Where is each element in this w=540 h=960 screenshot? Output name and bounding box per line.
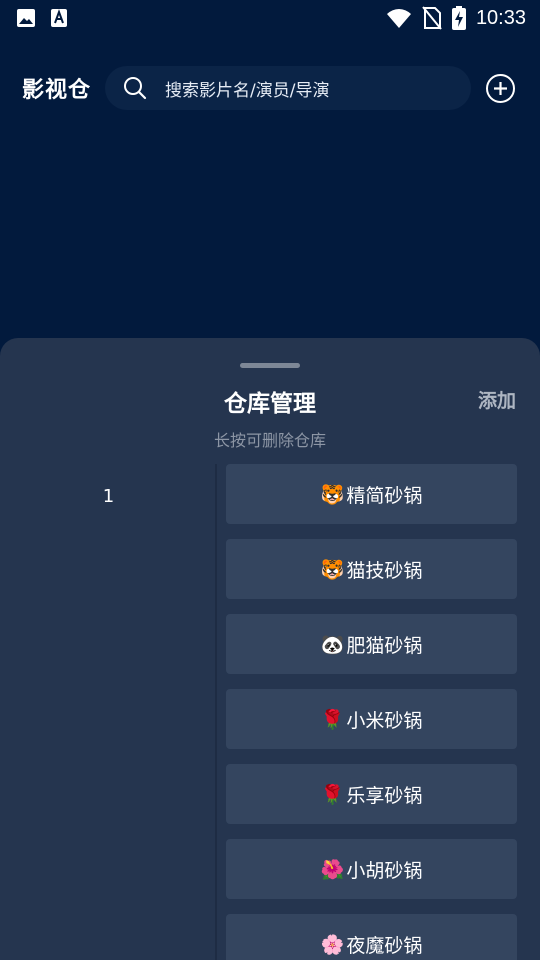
text-a-icon [50, 8, 68, 28]
plus-circle-icon [486, 74, 515, 103]
list-item[interactable]: 🐯 猫技砂锅 [226, 539, 517, 599]
sheet-drag-handle[interactable] [240, 363, 300, 368]
sheet-subtitle: 长按可删除仓库 [213, 431, 326, 450]
battery-charging-icon [451, 6, 466, 30]
group-column: 1 [0, 464, 217, 960]
list-item[interactable]: 🌺 小胡砂锅 [226, 839, 517, 899]
search-input[interactable]: 搜索影片名/演员/导演 [105, 66, 471, 110]
add-button[interactable] [485, 73, 516, 104]
search-icon [123, 76, 147, 100]
add-repository-button[interactable]: 添加 [478, 386, 516, 413]
repository-name: 精简砂锅 [346, 484, 423, 507]
list-item[interactable]: 🌹 小米砂锅 [226, 689, 517, 749]
repository-list: 🐯 精简砂锅 🐯 猫技砂锅 🐼 肥猫砂锅 🌹 小米砂锅 🌹 乐享砂锅 🌺 小胡砂… [226, 464, 517, 960]
tiger-icon: 🐯 [320, 558, 345, 581]
sheet-title: 仓库管理 [224, 391, 316, 417]
list-item[interactable]: 🌹 乐享砂锅 [226, 764, 517, 824]
repository-sheet: 仓库管理 添加 长按可删除仓库 1 🐯 精简砂锅 🐯 猫技砂锅 🐼 肥猫砂锅 🌹… [0, 338, 540, 960]
search-placeholder: 搜索影片名/演员/导演 [165, 80, 330, 101]
status-bar: 10:33 [0, 0, 540, 36]
wifi-icon [386, 7, 412, 29]
repository-name: 猫技砂锅 [346, 559, 423, 582]
list-item[interactable]: 🌸 夜魔砂锅 [226, 914, 517, 960]
image-icon [16, 8, 36, 28]
hibiscus-icon: 🌺 [320, 858, 345, 881]
rose-icon: 🌹 [320, 708, 345, 731]
header: 影视仓 搜索影片名/演员/导演 [0, 64, 540, 112]
cherry-blossom-icon: 🌸 [320, 933, 345, 956]
app-title: 影视仓 [22, 78, 92, 103]
repository-name: 小胡砂锅 [346, 859, 423, 882]
tiger-icon: 🐯 [320, 483, 345, 506]
repository-name: 小米砂锅 [346, 709, 423, 732]
repository-name: 乐享砂锅 [346, 784, 423, 807]
group-number[interactable]: 1 [0, 486, 217, 507]
panda-icon: 🐼 [320, 633, 345, 656]
no-sim-icon [422, 6, 442, 30]
repository-name: 肥猫砂锅 [346, 634, 423, 657]
status-time: 10:33 [475, 6, 526, 29]
rose-icon: 🌹 [320, 783, 345, 806]
list-item[interactable]: 🐼 肥猫砂锅 [226, 614, 517, 674]
repository-name: 夜魔砂锅 [346, 934, 423, 957]
list-item[interactable]: 🐯 精简砂锅 [226, 464, 517, 524]
